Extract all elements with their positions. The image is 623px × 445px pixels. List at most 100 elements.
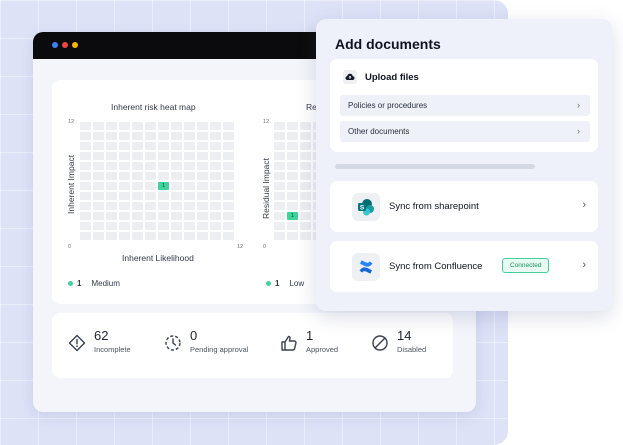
heatmap-cell[interactable]	[274, 142, 285, 150]
heatmap-cell[interactable]	[184, 132, 195, 140]
heatmap-cell[interactable]	[93, 202, 104, 210]
heatmap-cell[interactable]	[274, 152, 285, 160]
heatmap-cell[interactable]	[171, 182, 182, 190]
heatmap-cell[interactable]	[184, 152, 195, 160]
heatmap-cell[interactable]	[223, 122, 234, 130]
heatmap-cell[interactable]	[223, 192, 234, 200]
heatmap-cell[interactable]	[223, 132, 234, 140]
heatmap-cell[interactable]	[145, 132, 156, 140]
window-dot-blue[interactable]	[52, 42, 58, 48]
heatmap-cell[interactable]	[93, 222, 104, 230]
heatmap-cell[interactable]	[119, 182, 130, 190]
heatmap-cell[interactable]	[93, 182, 104, 190]
heatmap-cell[interactable]	[274, 192, 285, 200]
heatmap-cell[interactable]	[274, 182, 285, 190]
heatmap-cell[interactable]	[210, 132, 221, 140]
heatmap-cell[interactable]	[197, 162, 208, 170]
heatmap-cell[interactable]	[119, 162, 130, 170]
heatmap-cell[interactable]	[80, 132, 91, 140]
heatmap-cell[interactable]	[184, 122, 195, 130]
heatmap-cell[interactable]	[106, 182, 117, 190]
heatmap-cell[interactable]	[80, 162, 91, 170]
heatmap-cell[interactable]	[93, 212, 104, 220]
heatmap-cell[interactable]	[119, 202, 130, 210]
heatmap-cell[interactable]	[119, 172, 130, 180]
heatmap-cell[interactable]	[158, 152, 169, 160]
heatmap-cell[interactable]	[80, 222, 91, 230]
stat-disabled[interactable]: 14 Disabled	[371, 328, 426, 354]
heatmap-cell[interactable]	[132, 142, 143, 150]
heatmap-cell[interactable]	[300, 132, 311, 140]
heatmap-cell[interactable]	[300, 202, 311, 210]
heatmap-cell[interactable]	[184, 212, 195, 220]
heatmap-cell[interactable]	[300, 172, 311, 180]
heatmap-cell[interactable]	[223, 142, 234, 150]
heatmap-cell[interactable]	[184, 162, 195, 170]
heatmap-cell[interactable]	[197, 172, 208, 180]
heatmap-cell[interactable]	[106, 232, 117, 240]
upload-files-button[interactable]: Upload files	[343, 70, 419, 84]
heatmap-cell[interactable]	[210, 192, 221, 200]
heatmap-cell[interactable]	[210, 162, 221, 170]
heatmap-cell[interactable]	[171, 162, 182, 170]
heatmap-cell[interactable]	[274, 232, 285, 240]
heatmap-cell[interactable]: 1	[158, 182, 169, 190]
heatmap-cell[interactable]	[119, 222, 130, 230]
heatmap-cell[interactable]	[132, 232, 143, 240]
heatmap-cell[interactable]	[93, 162, 104, 170]
heatmap-cell[interactable]	[300, 222, 311, 230]
heatmap-cell[interactable]	[119, 142, 130, 150]
row-other-documents[interactable]: Other documents ›	[340, 121, 590, 142]
stat-approved[interactable]: 1 Approved	[280, 328, 338, 354]
heatmap-cell[interactable]	[274, 132, 285, 140]
heatmap-cell[interactable]	[145, 232, 156, 240]
heatmap-cell[interactable]	[210, 222, 221, 230]
heatmap-cell[interactable]	[210, 122, 221, 130]
heatmap-cell[interactable]	[184, 192, 195, 200]
heatmap-cell[interactable]	[300, 122, 311, 130]
heatmap-cell[interactable]	[158, 202, 169, 210]
heatmap-cell[interactable]	[145, 172, 156, 180]
heatmap-cell[interactable]	[132, 192, 143, 200]
heatmap-cell[interactable]	[106, 152, 117, 160]
heatmap-cell[interactable]	[132, 162, 143, 170]
heatmap-cell[interactable]	[93, 132, 104, 140]
heatmap-cell[interactable]	[274, 212, 285, 220]
heatmap-cell[interactable]	[210, 202, 221, 210]
heatmap-cell[interactable]	[80, 202, 91, 210]
heatmap-cell[interactable]	[171, 212, 182, 220]
heatmap-cell[interactable]	[106, 202, 117, 210]
heatmap-cell[interactable]	[119, 192, 130, 200]
heatmap-cell[interactable]	[145, 212, 156, 220]
heatmap-cell[interactable]	[197, 202, 208, 210]
heatmap-cell[interactable]	[223, 202, 234, 210]
heatmap-cell[interactable]	[132, 122, 143, 130]
heatmap-cell[interactable]	[197, 212, 208, 220]
heatmap-cell[interactable]	[171, 152, 182, 160]
heatmap-cell[interactable]	[223, 152, 234, 160]
heatmap-cell[interactable]	[287, 232, 298, 240]
heatmap-cell[interactable]	[197, 132, 208, 140]
heatmap-cell[interactable]	[210, 172, 221, 180]
heatmap-cell[interactable]	[93, 172, 104, 180]
heatmap-cell[interactable]	[210, 232, 221, 240]
heatmap-cell[interactable]	[197, 142, 208, 150]
heatmap-cell[interactable]	[106, 162, 117, 170]
heatmap-cell[interactable]	[287, 222, 298, 230]
heatmap-cell[interactable]	[287, 132, 298, 140]
heatmap-cell[interactable]	[300, 212, 311, 220]
heatmap-cell[interactable]	[158, 222, 169, 230]
heatmap-cell[interactable]	[93, 192, 104, 200]
heatmap-cell[interactable]	[197, 122, 208, 130]
heatmap-cell[interactable]	[132, 212, 143, 220]
heatmap-cell[interactable]	[158, 172, 169, 180]
heatmap-cell[interactable]	[197, 232, 208, 240]
heatmap-cell[interactable]	[184, 232, 195, 240]
heatmap-cell[interactable]	[274, 222, 285, 230]
heatmap-cell[interactable]	[106, 192, 117, 200]
heatmap-cell[interactable]	[300, 142, 311, 150]
heatmap-cell[interactable]	[210, 142, 221, 150]
heatmap-cell[interactable]	[80, 152, 91, 160]
heatmap-cell[interactable]	[93, 142, 104, 150]
heatmap-cell[interactable]	[210, 152, 221, 160]
